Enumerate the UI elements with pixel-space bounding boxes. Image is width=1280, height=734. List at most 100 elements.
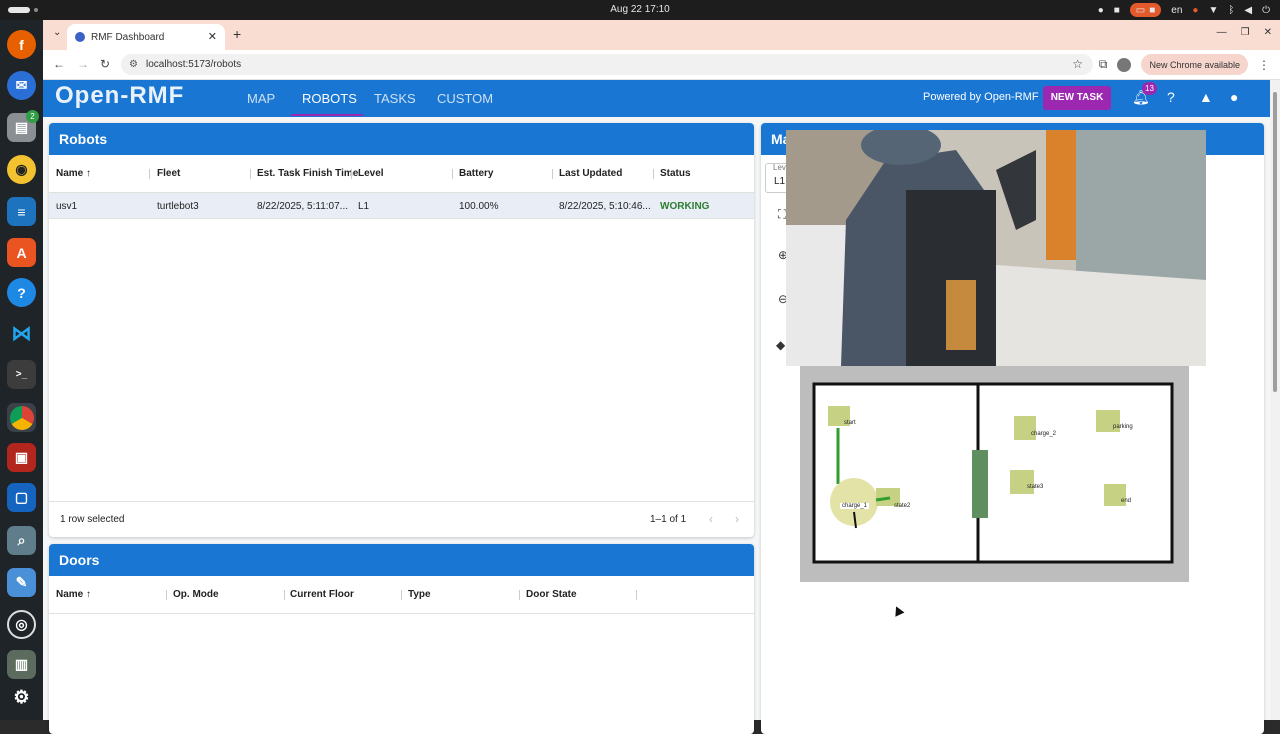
help-icon[interactable]: ? (7, 278, 36, 307)
next-page-icon[interactable]: › (735, 512, 739, 526)
camera-video-overlay[interactable] (786, 130, 1206, 366)
nav-map[interactable]: MAP (247, 91, 275, 106)
back-icon[interactable]: ← (53, 57, 65, 71)
table-row[interactable]: usv1 turtlebot3 8/22/2025, 5:11:07... L1… (49, 193, 754, 219)
app-center-icon[interactable]: A (7, 238, 36, 267)
extensions-icon[interactable]: ⧉ (1099, 57, 1108, 72)
col-fleet[interactable]: Fleet (157, 168, 180, 179)
power-icon[interactable]: ⏻ (1262, 5, 1270, 16)
waypoint-charge-2: charge_2 (1031, 431, 1057, 437)
volume-icon[interactable]: ◀ (1244, 5, 1252, 16)
col-level[interactable]: Level (358, 168, 384, 179)
show-apps-icon[interactable]: ⚙ (7, 683, 36, 712)
waypoint-state2: state2 (894, 503, 911, 509)
bookmark-star-icon[interactable]: ☆ (1072, 54, 1083, 75)
new-chrome-available-button[interactable]: New Chrome available (1141, 54, 1248, 75)
level-select-label: Lev (773, 163, 786, 172)
col-op-mode[interactable]: Op. Mode (173, 589, 219, 600)
camera-frame (786, 130, 1206, 366)
col-door-state[interactable]: Door State (526, 589, 577, 600)
sort-ascending-icon[interactable]: ↑ (86, 168, 91, 179)
thunderbird-icon[interactable]: ✉ (7, 71, 36, 100)
app-indicator-icon[interactable]: ● (1098, 5, 1104, 16)
vscode-icon[interactable]: ⋈ (7, 319, 36, 348)
tab-rmf-dashboard[interactable]: RMF Dashboard ✕ (67, 24, 225, 50)
tab-search-icon[interactable]: ⌄ (53, 27, 61, 38)
col-type[interactable]: Type (408, 589, 431, 600)
cell-level: L1 (358, 201, 370, 212)
col-name[interactable]: Name ↑ (56, 168, 91, 179)
system-tray[interactable]: ● ■ ▭ ■ en ● ▼ ᛒ ◀ ⏻ (1098, 3, 1270, 17)
col-current-floor[interactable]: Current Floor (290, 589, 354, 600)
keyboard-language[interactable]: en (1171, 5, 1182, 16)
previous-page-icon[interactable]: ‹ (709, 512, 713, 526)
url-text: localhost:5173/robots (146, 59, 242, 70)
page-scrollbar[interactable] (1270, 80, 1280, 720)
terminal-icon[interactable]: >_ (7, 360, 36, 389)
close-window-icon[interactable]: ✕ (1264, 27, 1272, 38)
browser-tab-strip: ⌄ RMF Dashboard ✕ + — ❐ ✕ (43, 20, 1280, 50)
doors-table-header: Name ↑ Op. Mode Current Floor Type Door … (49, 576, 754, 614)
obs-icon[interactable]: ◎ (7, 610, 36, 639)
column-separator[interactable] (519, 590, 520, 600)
favicon-icon (75, 32, 85, 42)
col-battery[interactable]: Battery (459, 168, 493, 179)
column-separator[interactable] (351, 169, 352, 179)
close-tab-icon[interactable]: ✕ (208, 30, 217, 43)
rhythmbox-icon[interactable]: ◉ (7, 155, 36, 184)
writer-icon[interactable]: ≡ (7, 197, 36, 226)
toolbar-right: ⧉ New Chrome available ⋮ (1099, 54, 1270, 75)
column-separator[interactable] (284, 590, 285, 600)
notification-count-badge: 13 (1142, 82, 1157, 95)
new-task-button[interactable]: NEW TASK (1043, 86, 1111, 110)
virtualbox-icon[interactable]: ▢ (7, 483, 36, 512)
bluetooth-icon[interactable]: ᛒ (1228, 5, 1234, 16)
column-separator[interactable] (401, 590, 402, 600)
image-viewer-icon[interactable]: ⌕ (7, 526, 36, 555)
microphone-muted-icon[interactable]: ● (1192, 5, 1198, 16)
floorplan-map[interactable]: start charge_2 parking charge_1 state2 s… (800, 366, 1189, 582)
column-separator[interactable] (452, 169, 453, 179)
reload-icon[interactable]: ↻ (100, 57, 110, 71)
layers-icon[interactable]: ◆ (776, 338, 785, 352)
column-separator[interactable] (653, 169, 654, 179)
site-info-icon[interactable]: ⚙ (129, 54, 138, 75)
chrome-icon[interactable] (7, 403, 36, 432)
cell-last-updated: 8/22/2025, 5:10:46... (559, 201, 651, 212)
col-last-updated[interactable]: Last Updated (559, 168, 622, 179)
col-status[interactable]: Status (660, 168, 691, 179)
column-separator[interactable] (149, 169, 150, 179)
open-rmf-logo[interactable]: Open-RMF (55, 82, 184, 110)
account-icon[interactable]: ● (1230, 89, 1238, 105)
col-door-name[interactable]: Name ↑ (56, 589, 91, 600)
screen-recording-indicator[interactable]: ▭ ■ (1129, 3, 1162, 17)
column-separator[interactable] (166, 590, 167, 600)
table-footer: 1 row selected 1–1 of 1 ‹ › (49, 501, 754, 537)
software-icon[interactable]: ■ (1114, 5, 1120, 16)
column-separator[interactable] (636, 590, 637, 600)
remmina-icon[interactable]: ▣ (7, 443, 36, 472)
text-editor-icon[interactable]: ✎ (7, 568, 36, 597)
nav-robots[interactable]: ROBOTS (302, 91, 357, 106)
minimize-icon[interactable]: — (1217, 27, 1227, 38)
scrollbar-thumb[interactable] (1273, 92, 1277, 392)
chrome-menu-icon[interactable]: ⋮ (1258, 58, 1270, 72)
restore-icon[interactable]: ❐ (1241, 27, 1250, 38)
column-separator[interactable] (552, 169, 553, 179)
help-circle-icon[interactable]: ? (1167, 89, 1175, 105)
firefox-icon[interactable]: f (7, 30, 36, 59)
nav-custom[interactable]: CUSTOM (437, 91, 493, 106)
forward-icon[interactable]: → (77, 57, 89, 71)
sort-ascending-icon[interactable]: ↑ (86, 589, 91, 600)
address-bar[interactable]: ⚙ localhost:5173/robots ☆ (121, 54, 1093, 75)
new-tab-button[interactable]: + (233, 26, 241, 42)
col-est-finish[interactable]: Est. Task Finish Time (257, 168, 358, 179)
trash-icon[interactable]: ▥ (7, 650, 36, 679)
warning-icon[interactable]: ▲ (1199, 89, 1213, 105)
column-separator[interactable] (250, 169, 251, 179)
profile-avatar[interactable] (1117, 57, 1132, 72)
files-notification-badge: 2 (26, 110, 39, 123)
system-clock[interactable]: Aug 22 17:10 (0, 4, 1280, 15)
nav-tasks[interactable]: TASKS (374, 91, 416, 106)
wifi-icon[interactable]: ▼ (1208, 5, 1218, 16)
